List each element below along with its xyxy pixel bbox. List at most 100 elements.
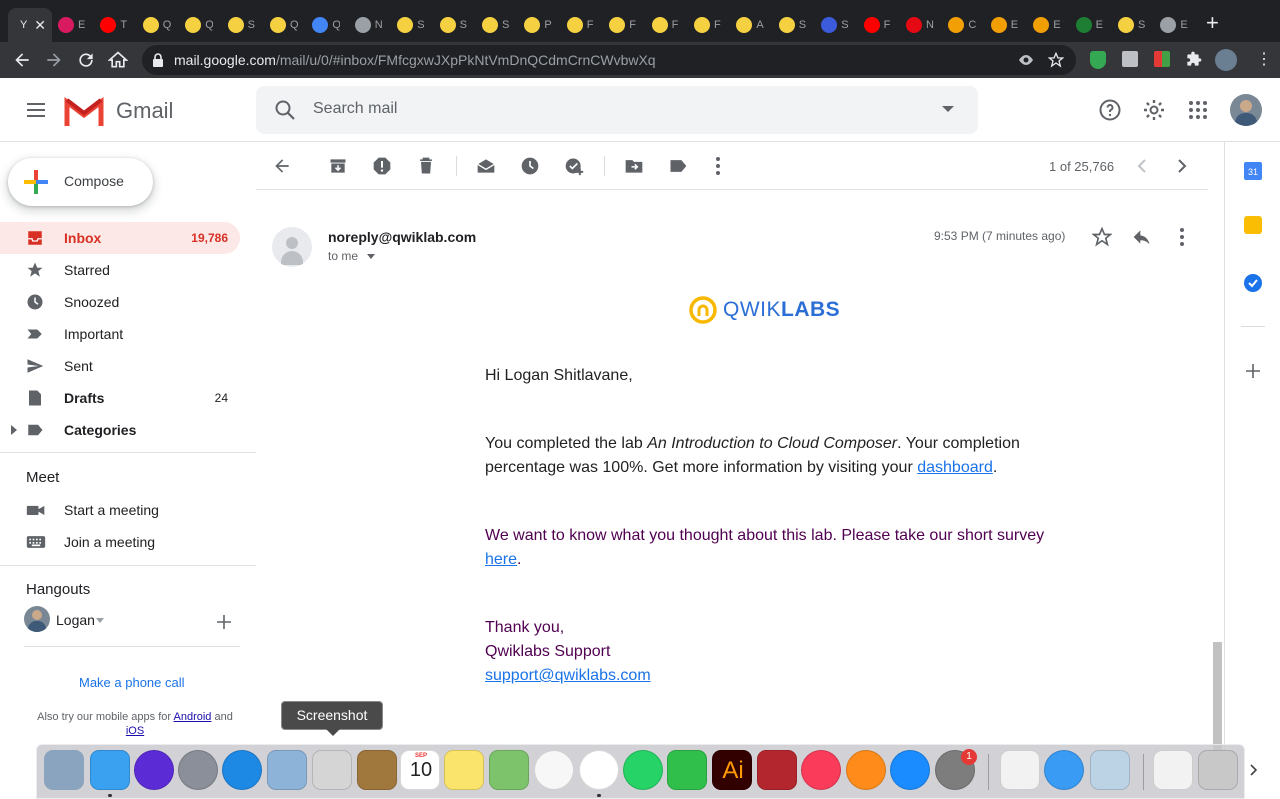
reload-icon[interactable]	[76, 50, 96, 70]
profile-avatar[interactable]	[1215, 49, 1237, 71]
browser-tab[interactable]: E	[50, 8, 90, 42]
sidebar-item-categories[interactable]: Categories	[0, 414, 240, 446]
sidebar-item-starred[interactable]: Starred	[0, 254, 240, 286]
eye-icon[interactable]	[1018, 52, 1034, 68]
browser-tab[interactable]: S	[474, 8, 514, 42]
browser-tab[interactable]: Q	[262, 8, 302, 42]
dock-chevron-icon[interactable]	[1249, 764, 1257, 776]
mark-unread-icon[interactable]	[476, 156, 496, 176]
color-extension-icon[interactable]	[1154, 51, 1170, 67]
gmail-logo-icon[interactable]	[64, 96, 104, 126]
browser-tab[interactable]: S	[220, 8, 260, 42]
launchpad-icon[interactable]	[178, 750, 218, 790]
search-input[interactable]: Search mail	[313, 100, 397, 118]
sidebar-item-snoozed[interactable]: Snoozed	[0, 286, 240, 318]
settings-gear-icon[interactable]	[1142, 98, 1166, 122]
trash-icon[interactable]	[1198, 750, 1238, 790]
browser-tab[interactable]: F	[856, 8, 896, 42]
main-menu-icon[interactable]	[24, 98, 48, 122]
details-dropdown-icon[interactable]	[367, 254, 376, 260]
sidebar-item-sent[interactable]: Sent	[0, 350, 240, 382]
tab-close-icon[interactable]: ✕	[34, 17, 46, 34]
browser-tab[interactable]: S	[432, 8, 472, 42]
books-icon[interactable]	[846, 750, 886, 790]
browser-tab[interactable]: S	[1110, 8, 1150, 42]
document-icon[interactable]	[1153, 750, 1193, 790]
puzzle-icon[interactable]	[1186, 51, 1202, 67]
photo-booth-icon[interactable]	[757, 750, 797, 790]
browser-tab[interactable]: N	[898, 8, 938, 42]
search-icon[interactable]	[273, 98, 297, 122]
contacts-icon[interactable]	[357, 750, 397, 790]
more-actions-icon[interactable]	[708, 156, 728, 176]
browser-tab[interactable]: A	[728, 8, 768, 42]
back-to-inbox-icon[interactable]	[272, 156, 292, 176]
textedit-icon[interactable]	[1000, 750, 1040, 790]
whatsapp-icon[interactable]	[623, 750, 663, 790]
safari-icon[interactable]	[222, 750, 262, 790]
recipient-details[interactable]: to me	[328, 249, 376, 263]
new-tab-button[interactable]: +	[1206, 12, 1219, 34]
browser-tab[interactable]: S	[771, 8, 811, 42]
finder-icon[interactable]	[90, 750, 130, 790]
account-avatar[interactable]	[1230, 94, 1262, 126]
home-icon[interactable]	[108, 50, 128, 70]
sidebar-item-important[interactable]: Important	[0, 318, 240, 350]
photos-icon[interactable]	[534, 750, 574, 790]
star-message-icon[interactable]	[1092, 227, 1112, 247]
sender-address[interactable]: noreply@qwiklab.com	[328, 229, 476, 245]
mail-stamp-icon[interactable]	[44, 750, 84, 790]
older-chevron-right-icon[interactable]	[1174, 156, 1190, 176]
message-scrollbar[interactable]	[1213, 642, 1222, 752]
preview-icon[interactable]	[1090, 750, 1130, 790]
android-link[interactable]: Android	[174, 711, 212, 723]
label-tag-icon[interactable]	[668, 156, 688, 176]
status-dropdown-icon[interactable]	[96, 618, 104, 623]
compose-button[interactable]: Compose	[8, 158, 153, 206]
search-options-icon[interactable]	[942, 106, 954, 114]
music-icon[interactable]	[801, 750, 841, 790]
browser-tab[interactable]: T	[92, 8, 132, 42]
address-bar[interactable]: mail.google.com/mail/u/0/#inbox/FMfcgxwJ…	[142, 45, 1076, 75]
browser-tab[interactable]: E	[983, 8, 1023, 42]
lock-icon[interactable]	[152, 53, 164, 67]
snooze-clock-icon[interactable]	[520, 156, 540, 176]
newer-chevron-left-icon[interactable]	[1134, 156, 1150, 176]
hangouts-user-name[interactable]: Logan	[56, 612, 95, 628]
dashboard-link[interactable]: dashboard	[917, 459, 993, 476]
help-icon[interactable]	[1098, 98, 1122, 122]
box-extension-icon[interactable]	[1122, 51, 1138, 67]
get-addons-plus-icon[interactable]	[1246, 364, 1260, 378]
browser-tab[interactable]: Y ✕	[8, 8, 52, 42]
facetime-icon[interactable]	[667, 750, 707, 790]
bookmark-star-icon[interactable]	[1048, 52, 1064, 68]
browser-tab[interactable]: Q	[135, 8, 175, 42]
search-bar[interactable]: Search mail	[256, 86, 978, 134]
mail-stamp-icon[interactable]	[267, 750, 307, 790]
browser-tab[interactable]: F	[644, 8, 684, 42]
browser-tab[interactable]: S	[389, 8, 429, 42]
start-meeting-item[interactable]: Start a meeting	[0, 494, 240, 526]
sidebar-item-inbox[interactable]: Inbox 19,786	[0, 222, 240, 254]
survey-link[interactable]: here	[485, 551, 517, 568]
new-conversation-plus-icon[interactable]	[216, 614, 232, 630]
browser-tab[interactable]: F	[559, 8, 599, 42]
browser-tab[interactable]: F	[686, 8, 726, 42]
browser-tab[interactable]: N	[347, 8, 387, 42]
browser-tab[interactable]: F	[601, 8, 641, 42]
app-store-icon[interactable]	[890, 750, 930, 790]
move-to-icon[interactable]	[624, 156, 644, 176]
calendar-icon[interactable]: 31	[1244, 162, 1262, 180]
apps-grid-icon[interactable]	[1188, 100, 1208, 120]
maps-icon[interactable]	[489, 750, 529, 790]
reply-icon[interactable]	[1132, 227, 1152, 247]
tasks-icon[interactable]	[1243, 273, 1263, 293]
keep-icon[interactable]	[1244, 216, 1262, 234]
browser-tab[interactable]: E	[1025, 8, 1065, 42]
browser-tab[interactable]: Q	[177, 8, 217, 42]
browser-tab[interactable]: E	[1152, 8, 1192, 42]
browser-tab[interactable]: P	[516, 8, 556, 42]
message-more-icon[interactable]	[1172, 227, 1192, 247]
expand-arrow-icon[interactable]	[11, 425, 17, 435]
add-task-icon[interactable]	[564, 156, 584, 176]
